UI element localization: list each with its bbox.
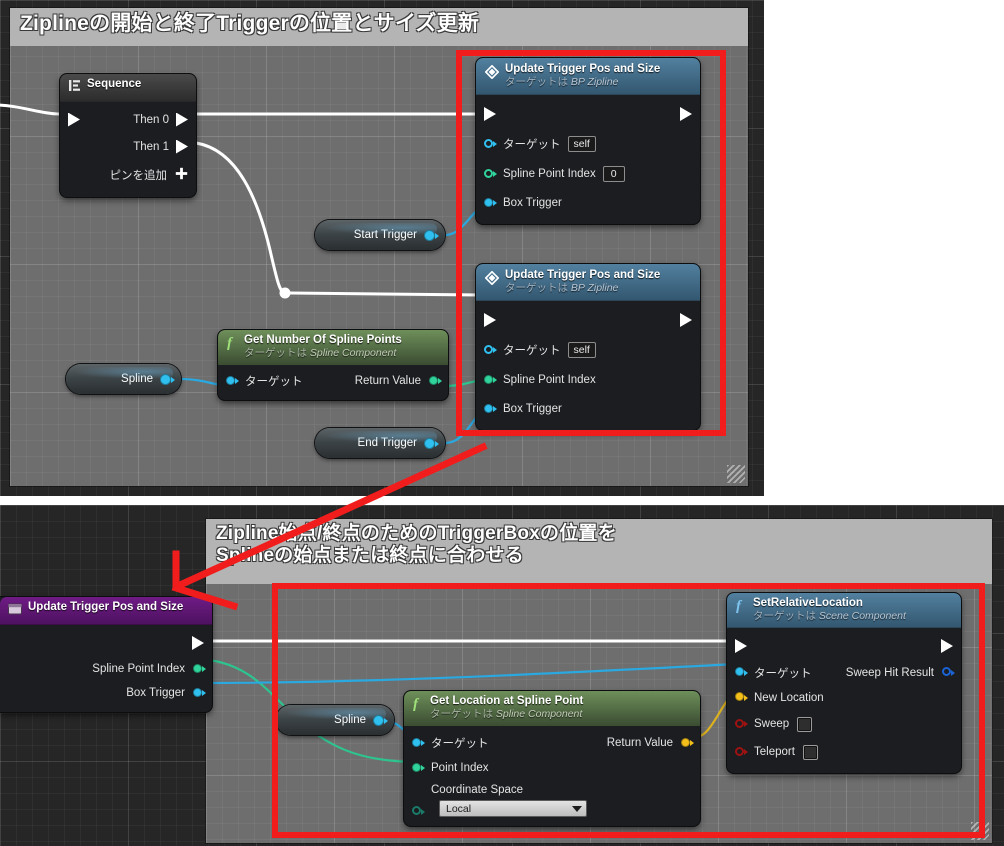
lower-graph-panel[interactable]: Zipline始点/終点のためのTriggerBoxの位置を Splineの始点… — [0, 505, 1004, 846]
get-num-spline-points-subtitle-prefix: ターゲットは — [244, 347, 307, 359]
get-num-spline-points-return-label: Return Value — [354, 375, 421, 387]
sequence-then0-label: Then 0 — [133, 113, 169, 126]
sequence-then1-label: Then 1 — [133, 140, 169, 153]
lower-comment-title: Zipline始点/終点のためのTriggerBoxの位置を Splineの始点… — [206, 519, 992, 584]
sequence-then1-pin[interactable] — [176, 139, 188, 154]
spline-label-upper: Spline — [121, 373, 153, 385]
node-function-entry[interactable]: Update Trigger Pos and Size Spline Point… — [0, 597, 212, 712]
function-entry-spline-index-pin[interactable] — [193, 663, 206, 675]
function-entry-title: Update Trigger Pos and Size — [28, 601, 184, 613]
get-num-spline-points-subtitle-target: Spline Component — [309, 347, 397, 359]
sequence-node-header: Sequence — [60, 74, 196, 102]
sequence-then0-pin[interactable] — [176, 112, 188, 127]
function-entry-box-trigger-row[interactable]: Box Trigger — [0, 681, 212, 705]
upper-comment-resize-grip[interactable] — [727, 465, 745, 483]
plus-icon[interactable] — [175, 167, 188, 183]
get-num-spline-points-body: ターゲット Return Value — [218, 365, 448, 400]
sequence-add-pin-label: ピンを追加 — [109, 170, 168, 182]
function-entry-header: Update Trigger Pos and Size — [0, 597, 212, 625]
var-node-end-trigger[interactable]: End Trigger — [315, 428, 445, 458]
function-f-icon: f — [226, 335, 238, 355]
function-entry-box-trigger-label: Box Trigger — [126, 687, 185, 699]
svg-text:f: f — [227, 336, 234, 351]
get-num-spline-points-subtitle: ターゲットは Spline Component — [244, 347, 440, 360]
upper-comment-title: Ziplineの開始と終了Triggerの位置とサイズ更新 — [10, 8, 748, 46]
get-num-spline-points-return-pin[interactable] — [429, 375, 442, 387]
node-get-number-of-spline-points[interactable]: f Get Number Of Spline Points ターゲットは Spl… — [218, 330, 448, 400]
lower-comment-title-line2: Splineの始点または終点に合わせる — [216, 545, 524, 567]
sequence-then0-row[interactable]: Then 0 — [60, 106, 196, 133]
function-entry-exec-out-pin[interactable] — [192, 636, 204, 650]
upper-red-highlight-box — [456, 50, 726, 436]
sequence-add-pin-row[interactable]: ピンを追加 — [60, 160, 196, 190]
function-entry-spline-index-row[interactable]: Spline Point Index — [0, 657, 212, 681]
lower-red-highlight-box — [272, 583, 985, 838]
function-entry-body: Spline Point Index Box Trigger — [0, 625, 212, 712]
sequence-node-title: Sequence — [87, 78, 142, 90]
function-entry-icon — [8, 602, 22, 620]
var-node-start-trigger[interactable]: Start Trigger — [315, 220, 445, 250]
function-entry-spline-index-label: Spline Point Index — [92, 663, 185, 675]
sequence-exec-in-pin[interactable] — [68, 112, 80, 127]
upper-graph-panel[interactable]: Ziplineの開始と終了Triggerの位置とサイズ更新 Sequence T… — [0, 0, 764, 496]
end-trigger-label: End Trigger — [357, 437, 417, 449]
get-num-spline-points-target-pin[interactable] — [226, 375, 239, 387]
sequence-icon — [68, 79, 81, 97]
function-entry-box-trigger-pin[interactable] — [193, 687, 206, 699]
get-num-spline-points-title: Get Number Of Spline Points — [244, 334, 402, 346]
lower-comment-title-line1: Zipline始点/終点のためのTriggerBoxの位置を — [216, 523, 617, 544]
sequence-then1-row[interactable]: Then 1 — [60, 133, 196, 160]
spline-out-pin-upper[interactable] — [160, 373, 175, 385]
sequence-node-body: Then 0 Then 1 ピンを追加 — [60, 102, 196, 197]
start-trigger-label: Start Trigger — [353, 229, 417, 241]
node-sequence[interactable]: Sequence Then 0 Then 1 ピンを追加 — [60, 74, 196, 197]
get-num-spline-points-target-label: ターゲット — [245, 376, 303, 388]
var-node-spline-upper[interactable]: Spline — [66, 364, 181, 394]
get-num-spline-points-header: f Get Number Of Spline Points ターゲットは Spl… — [218, 330, 448, 365]
get-num-spline-points-io-row[interactable]: ターゲット Return Value — [218, 368, 448, 394]
function-entry-exec-row[interactable] — [0, 629, 212, 657]
start-trigger-out-pin[interactable] — [424, 229, 439, 241]
end-trigger-out-pin[interactable] — [424, 437, 439, 449]
